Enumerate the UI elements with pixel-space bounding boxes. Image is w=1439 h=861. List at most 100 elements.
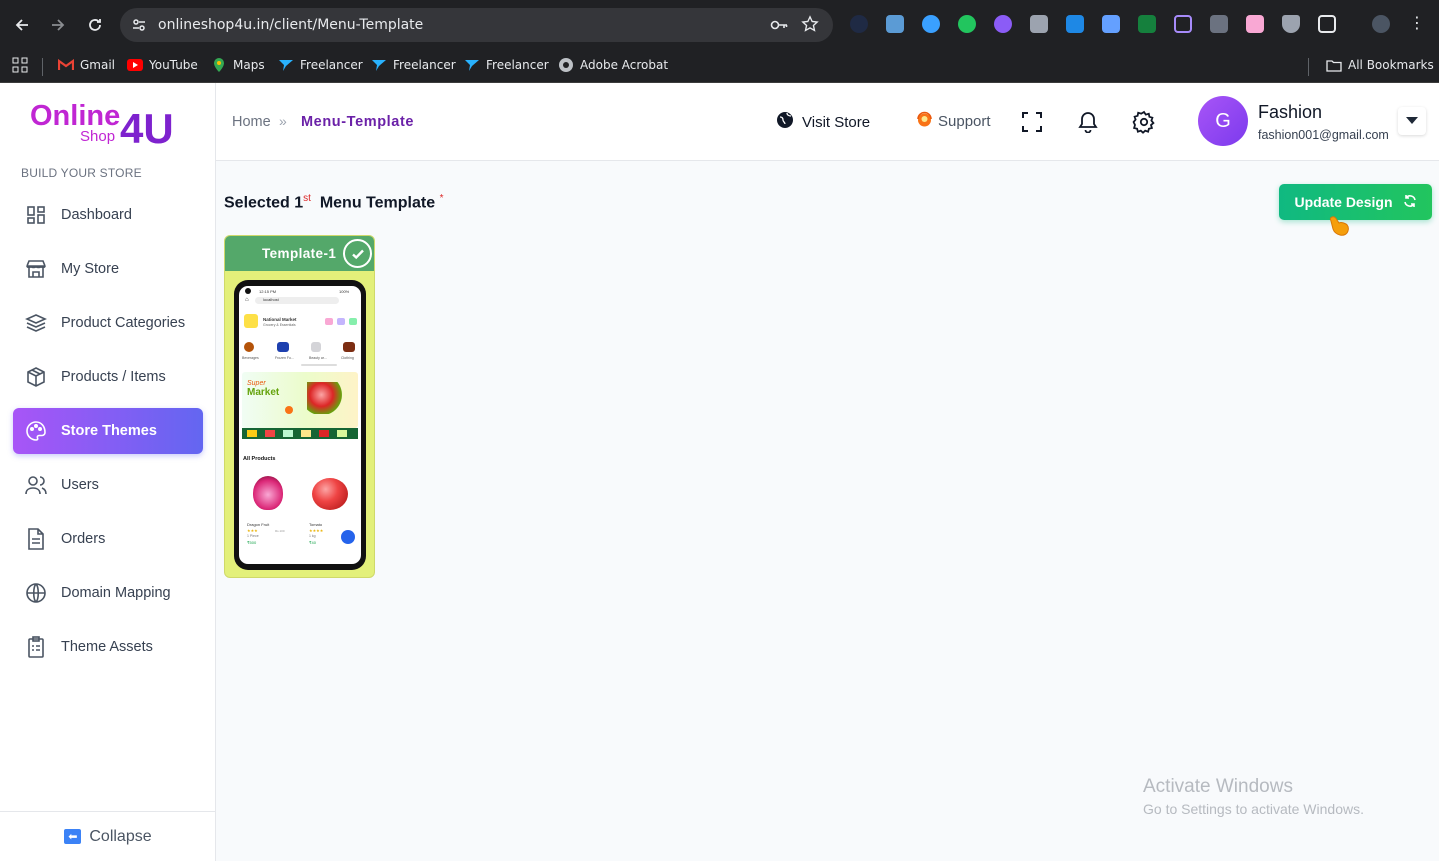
template-card[interactable]: Template-1 12:15 PM 100% localhost ⌂ Nat… — [224, 235, 375, 578]
globe-icon — [24, 581, 48, 605]
extension-icon[interactable] — [994, 15, 1012, 33]
extension-icon[interactable] — [886, 15, 904, 33]
reload-icon[interactable] — [83, 13, 107, 37]
preview-search-text: localhost — [263, 297, 279, 302]
bookmark-freelancer[interactable]: Freelancer — [371, 57, 456, 73]
box-icon — [24, 365, 48, 389]
freelancer-icon — [278, 57, 294, 73]
bookmark-divider — [1308, 58, 1309, 76]
preview-icon — [325, 318, 333, 325]
camera-icon[interactable] — [1030, 15, 1048, 33]
extension-icon[interactable] — [958, 15, 976, 33]
maps-icon — [211, 57, 227, 73]
bookmark-star-icon[interactable] — [801, 15, 819, 38]
bookmark-acrobat[interactable]: Adobe Acrobat — [558, 57, 668, 73]
forward-icon[interactable] — [46, 13, 70, 37]
template-preview-screen: 12:15 PM 100% localhost ⌂ National Marke… — [239, 286, 361, 564]
brand-logo[interactable]: Online Shop 4U — [28, 97, 188, 152]
profile-avatar[interactable] — [1372, 15, 1390, 33]
visit-store-link[interactable]: Visit Store — [776, 111, 870, 133]
preview-mrp: Rs.100 — [275, 529, 285, 533]
preview-rating: ★★★★ — [309, 528, 324, 533]
more-menu-icon[interactable]: ⋮ — [1408, 15, 1426, 33]
bookmark-divider — [42, 58, 43, 76]
react-devtools-icon[interactable] — [850, 15, 868, 33]
users-icon — [24, 473, 48, 497]
bookmarks-bar: Gmail YouTube Maps Freelancer Freelancer… — [0, 50, 1439, 83]
all-bookmarks[interactable]: All Bookmarks — [1326, 57, 1434, 73]
sidebar-item-orders[interactable]: Orders — [13, 516, 203, 562]
extension-icon[interactable] — [1210, 15, 1228, 33]
apps-grid-icon[interactable] — [12, 57, 28, 73]
bookmark-gmail[interactable]: Gmail — [58, 57, 115, 73]
preview-strip-item — [265, 430, 275, 437]
preview-logo — [244, 314, 258, 328]
preview-category: Beverages — [242, 356, 259, 360]
preview-product-price: ₹40 — [309, 540, 316, 545]
preview-product-unit: 1 kg — [309, 534, 316, 538]
preview-category: Clothing — [341, 356, 354, 360]
bookmark-freelancer[interactable]: Freelancer — [278, 57, 363, 73]
preview-strip-item — [283, 430, 293, 437]
user-avatar[interactable]: G — [1198, 96, 1248, 146]
dashboard-icon — [24, 203, 48, 227]
docs-icon[interactable] — [1102, 15, 1120, 33]
gmail-icon — [58, 57, 74, 73]
user-menu-dropdown[interactable] — [1398, 107, 1426, 135]
clipboard-icon — [24, 635, 48, 659]
layers-icon — [24, 311, 48, 335]
back-icon[interactable] — [10, 13, 34, 37]
sidebar-item-theme-assets[interactable]: Theme Assets — [13, 624, 203, 670]
sidebar-item-dashboard[interactable]: Dashboard — [13, 192, 203, 238]
sidebar: Online Shop 4U BUILD YOUR STORE Dashboar… — [0, 83, 216, 861]
shield-icon[interactable] — [1282, 15, 1300, 33]
extension-icon[interactable] — [1246, 15, 1264, 33]
site-settings-icon[interactable] — [130, 16, 148, 39]
update-design-button[interactable]: Update Design — [1279, 184, 1432, 220]
preview-product-name: Dragon Fruit — [247, 522, 270, 527]
fullscreen-icon[interactable] — [1019, 109, 1045, 135]
password-key-icon[interactable] — [769, 16, 789, 39]
sidebar-item-my-store[interactable]: My Store — [13, 246, 203, 292]
extension-icon[interactable] — [1138, 15, 1156, 33]
document-icon — [24, 527, 48, 551]
preview-time: 12:15 PM — [259, 289, 277, 294]
preview-tomato-image — [312, 478, 348, 510]
support-agent-icon — [916, 111, 933, 132]
sidebar-item-product-categories[interactable]: Product Categories — [13, 300, 203, 346]
freelancer-icon — [464, 57, 480, 73]
sidebar-item-products-items[interactable]: Products / Items — [13, 354, 203, 400]
preview-section-title: All Products — [243, 456, 276, 462]
color-picker-icon[interactable] — [1174, 15, 1192, 33]
support-link[interactable]: Support — [916, 111, 991, 132]
preview-dragon-fruit-image — [253, 476, 283, 510]
breadcrumb-home[interactable]: Home — [232, 114, 271, 130]
required-mark: * — [439, 193, 444, 204]
extension-icon[interactable] — [1066, 15, 1084, 33]
sidebar-item-store-themes[interactable]: Store Themes — [13, 408, 203, 454]
bookmark-freelancer[interactable]: Freelancer — [464, 57, 549, 73]
collapse-button[interactable]: ⬅ Collapse — [0, 811, 216, 861]
settings-gear-icon[interactable] — [1131, 109, 1157, 135]
ordinal-suffix: st — [303, 193, 311, 204]
camera-icon — [245, 288, 251, 294]
preview-rating: ★★★ — [247, 528, 258, 533]
preview-strip-item — [319, 430, 329, 437]
preview-search-fab — [341, 530, 355, 544]
puzzle-icon[interactable] — [1318, 15, 1336, 33]
preview-banner-script: Super — [247, 380, 266, 387]
address-bar[interactable]: onlineshop4u.in/client/Menu-Template — [120, 8, 833, 42]
preview-category-thumb — [244, 342, 254, 352]
bookmark-maps[interactable]: Maps — [211, 57, 265, 73]
bookmark-youtube[interactable]: YouTube — [127, 57, 198, 73]
palette-icon — [24, 419, 48, 443]
notification-bell-icon[interactable] — [1075, 109, 1101, 135]
extension-icon[interactable] — [922, 15, 940, 33]
breadcrumb-current: Menu-Template — [301, 114, 415, 130]
freelancer-icon — [371, 57, 387, 73]
section-label: BUILD YOUR STORE — [21, 166, 142, 180]
sidebar-item-domain-mapping[interactable]: Domain Mapping — [13, 570, 203, 616]
sidebar-item-users[interactable]: Users — [13, 462, 203, 508]
url-text[interactable]: onlineshop4u.in/client/Menu-Template — [158, 17, 423, 33]
back-arrow-icon: ⬅ — [64, 829, 82, 844]
